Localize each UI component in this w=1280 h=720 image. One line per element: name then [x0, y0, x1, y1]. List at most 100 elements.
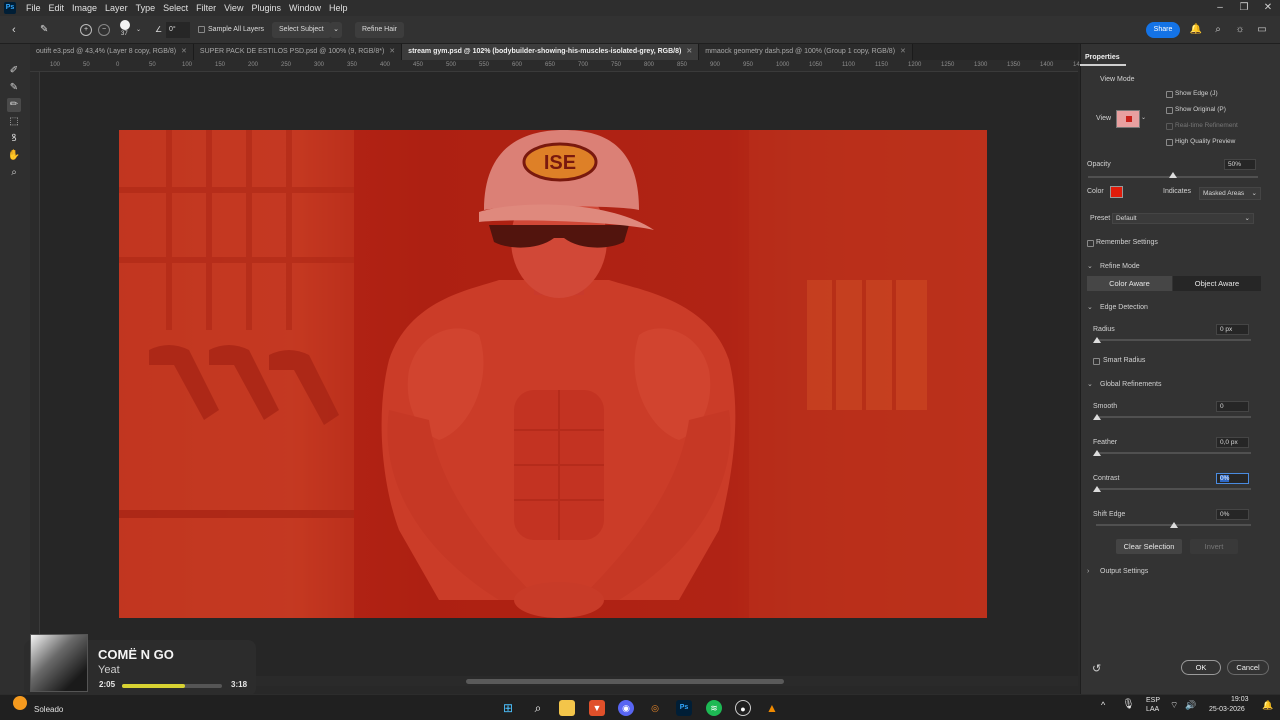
tab-outift-e3[interactable]: outift e3.psd @ 43,4% (Layer 8 copy, RGB…: [30, 44, 194, 60]
properties-tab[interactable]: Properties: [1080, 50, 1126, 66]
photoshop-logo-icon[interactable]: Ps: [4, 2, 16, 14]
overlay-color-swatch[interactable]: [1110, 186, 1123, 198]
menu-window[interactable]: Window: [285, 3, 325, 13]
radius-input[interactable]: 0 px: [1216, 324, 1249, 335]
clock-date[interactable]: 25-03-2026: [1209, 706, 1245, 713]
contrast-slider-thumb[interactable]: [1093, 486, 1101, 492]
color-aware-button[interactable]: Color Aware: [1087, 276, 1172, 291]
photoshop-icon[interactable]: Ps: [676, 700, 692, 716]
chevron-down-icon[interactable]: ⌄: [1087, 262, 1093, 270]
menu-view[interactable]: View: [220, 3, 247, 13]
bell-icon[interactable]: 🔔: [1189, 23, 1203, 37]
close-icon[interactable]: ✕: [1256, 0, 1280, 16]
windows-start-icon[interactable]: ⊞: [500, 700, 516, 716]
feather-slider[interactable]: [1096, 452, 1251, 454]
menu-file[interactable]: File: [22, 3, 45, 13]
search-icon[interactable]: ⌕: [1211, 23, 1225, 37]
search-icon[interactable]: ⌕: [530, 700, 546, 716]
show-edge-checkbox[interactable]: [1166, 91, 1173, 98]
document-canvas-image[interactable]: ISE: [119, 130, 987, 618]
select-subject-dropdown[interactable]: ⌄: [330, 22, 342, 38]
menu-edit[interactable]: Edit: [45, 3, 69, 13]
refine-brush-icon[interactable]: ✎: [40, 22, 48, 38]
smooth-input[interactable]: 0: [1216, 401, 1249, 412]
radius-slider[interactable]: [1096, 339, 1251, 341]
back-arrow-icon[interactable]: ‹: [12, 22, 16, 38]
chevron-down-icon[interactable]: ⌄: [1087, 303, 1093, 311]
object-aware-button[interactable]: Object Aware: [1173, 276, 1261, 291]
angle-input[interactable]: 0°: [166, 22, 190, 38]
tab-geometry-dash[interactable]: mmaock geometry dash.psd @ 100% (Group 1…: [699, 44, 913, 60]
github-icon[interactable]: ●: [735, 700, 751, 716]
menu-plugins[interactable]: Plugins: [247, 3, 285, 13]
volume-icon[interactable]: 🔊: [1185, 700, 1196, 711]
brush-tool-icon[interactable]: ✏: [7, 98, 21, 112]
weather-text[interactable]: Soleado: [34, 705, 63, 714]
chevron-down-icon[interactable]: ⌄: [136, 22, 141, 38]
tab-super-pack[interactable]: SUPER PACK DE ESTILOS PSD.psd @ 100% (9,…: [193, 44, 403, 60]
feather-slider-thumb[interactable]: [1093, 450, 1101, 456]
quick-selection-tool-icon[interactable]: ✐: [7, 64, 21, 78]
object-selection-icon[interactable]: ⬚: [7, 115, 21, 129]
keyboard-layout[interactable]: LAA: [1146, 706, 1159, 713]
close-icon[interactable]: ✕: [686, 48, 692, 55]
file-explorer-icon[interactable]: [559, 700, 575, 716]
contrast-input[interactable]: 0%: [1216, 473, 1249, 484]
preset-dropdown[interactable]: Default ⌄: [1112, 213, 1254, 224]
close-icon[interactable]: ✕: [389, 48, 395, 55]
scrollbar-thumb[interactable]: [466, 679, 784, 684]
refine-hair-button[interactable]: Refine Hair: [355, 22, 405, 38]
spotify-icon[interactable]: ≋: [706, 700, 722, 716]
discord-icon[interactable]: ◉: [618, 700, 634, 716]
smart-radius-checkbox[interactable]: [1093, 358, 1100, 365]
blender-icon[interactable]: ◎: [647, 700, 663, 716]
chevron-up-icon[interactable]: ^: [1101, 700, 1105, 710]
brave-browser-icon[interactable]: ▼: [589, 700, 605, 716]
smooth-slider[interactable]: [1096, 416, 1251, 418]
invert-button[interactable]: Invert: [1190, 539, 1238, 554]
vlc-icon[interactable]: ▲: [764, 700, 780, 716]
subtract-mode-icon[interactable]: −: [98, 24, 110, 36]
ok-button[interactable]: OK: [1181, 660, 1221, 675]
opacity-slider-thumb[interactable]: [1169, 172, 1177, 178]
menu-layer[interactable]: Layer: [101, 3, 132, 13]
smooth-slider-thumb[interactable]: [1093, 414, 1101, 420]
shift-edge-slider-thumb[interactable]: [1170, 522, 1178, 528]
workspace-icon[interactable]: ▭: [1255, 23, 1269, 37]
menu-type[interactable]: Type: [132, 3, 160, 13]
reset-icon[interactable]: ↺: [1092, 662, 1101, 675]
show-original-checkbox[interactable]: [1166, 107, 1173, 114]
sample-all-layers-checkbox[interactable]: Sample All Layers: [198, 22, 264, 38]
cancel-button[interactable]: Cancel: [1227, 660, 1269, 675]
menu-help[interactable]: Help: [325, 3, 352, 13]
language-indicator[interactable]: ESP: [1146, 697, 1160, 704]
real-time-checkbox[interactable]: [1166, 123, 1173, 130]
tab-stream-gym[interactable]: stream gym.psd @ 102% (bodybuilder-showi…: [402, 44, 700, 60]
clear-selection-button[interactable]: Clear Selection: [1116, 539, 1182, 554]
clock-time[interactable]: 19:03: [1231, 696, 1249, 703]
lasso-tool-icon[interactable]: ꝸ: [7, 132, 21, 146]
high-quality-checkbox[interactable]: [1166, 139, 1173, 146]
feather-input[interactable]: 0,0 px: [1216, 437, 1249, 448]
notification-icon[interactable]: 🔔: [1262, 700, 1273, 711]
menu-select[interactable]: Select: [159, 3, 192, 13]
refine-edge-brush-icon[interactable]: ✎: [7, 81, 21, 95]
add-mode-icon[interactable]: +: [80, 24, 92, 36]
close-icon[interactable]: ✕: [900, 48, 906, 55]
hand-tool-icon[interactable]: ✋: [7, 149, 21, 163]
share-button[interactable]: Share: [1146, 22, 1180, 38]
indicates-dropdown[interactable]: Masked Areas ⌄: [1199, 187, 1261, 200]
contrast-slider[interactable]: [1096, 488, 1251, 490]
zoom-tool-icon[interactable]: ⌕: [7, 166, 21, 180]
menu-filter[interactable]: Filter: [192, 3, 220, 13]
chevron-down-icon[interactable]: ⌄: [1087, 380, 1093, 388]
menu-image[interactable]: Image: [68, 3, 101, 13]
shift-edge-input[interactable]: 0%: [1216, 509, 1249, 520]
view-mode-thumbnail[interactable]: [1116, 110, 1140, 128]
lightbulb-icon[interactable]: ☼: [1233, 23, 1247, 37]
select-subject-button[interactable]: Select Subject: [272, 22, 331, 38]
chevron-right-icon[interactable]: ›: [1087, 568, 1089, 575]
remember-settings-checkbox[interactable]: [1087, 240, 1094, 247]
microphone-icon[interactable]: 🎙: [1122, 699, 1135, 710]
brush-preview-icon[interactable]: [120, 20, 130, 30]
